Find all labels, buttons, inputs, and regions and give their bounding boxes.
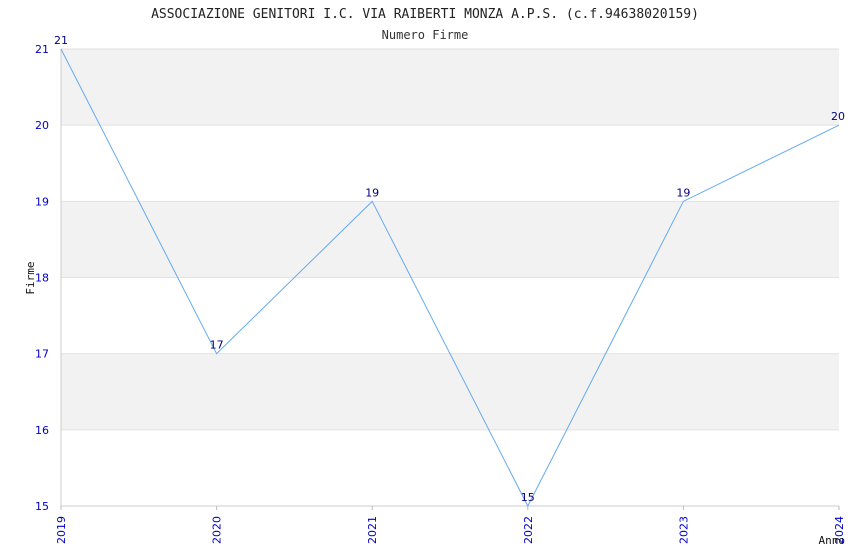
data-label: 15 [521,491,535,504]
x-tick-label: 2020 [211,516,224,544]
data-label: 19 [676,186,690,199]
x-tick-label: 2021 [366,516,379,544]
data-label: 17 [210,339,224,352]
x-tick-label: 2019 [55,516,68,544]
chart-subtitle: Numero Firme [382,28,469,42]
y-tick-label: 20 [35,119,49,132]
x-tick-label: 2022 [522,516,535,544]
y-tick-label: 19 [35,195,49,208]
y-tick-label: 15 [35,500,49,513]
x-axis-title: Anno [819,534,846,547]
data-label: 21 [54,34,68,47]
x-tick-label: 2023 [677,516,690,544]
line-chart: 15161718192021 2019 2020 2021 2022 2023 2024 … [24,7,846,547]
plot-background-bands [61,49,839,430]
y-axis-ticks: 15 16 17 18 19 20 21 [35,43,49,513]
grid-band [61,201,839,278]
y-tick-label: 17 [35,348,49,361]
grid-band [61,49,839,126]
y-axis-title: Firme [24,261,37,294]
grid-band [61,353,839,430]
data-label: 19 [365,186,379,199]
chart-title: ASSOCIAZIONE GENITORI I.C. VIA RAIBERTI … [151,7,699,22]
y-tick-label: 16 [35,424,49,437]
y-tick-label: 18 [35,272,49,285]
x-axis-ticks: 2019 2020 2021 2022 2023 2024 [55,506,846,544]
y-tick-label: 21 [35,43,49,56]
data-label: 20 [831,110,845,123]
